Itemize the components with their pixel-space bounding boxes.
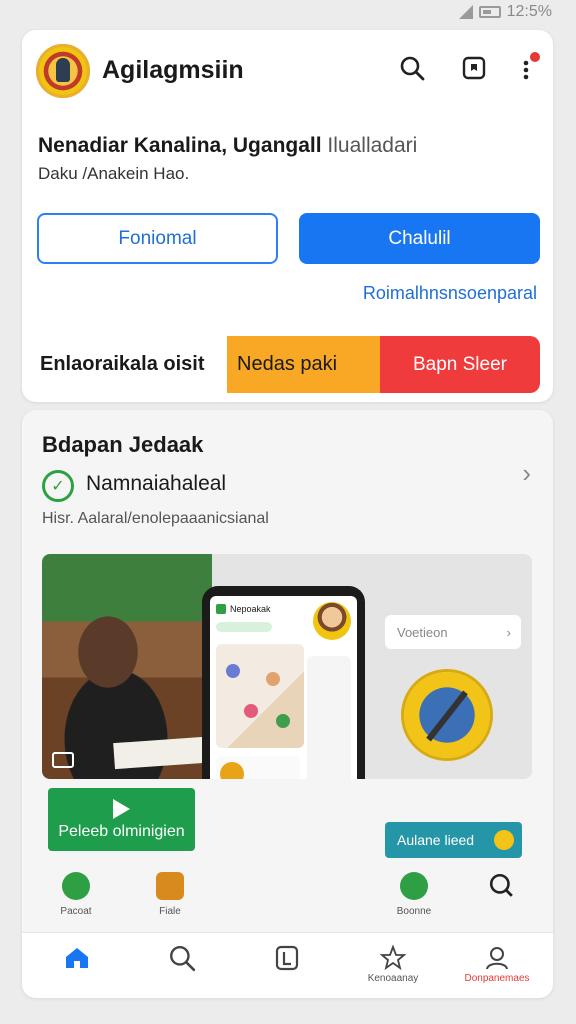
document-icon bbox=[275, 945, 299, 971]
bottom-nav: Kenoaanay Donpanemaes bbox=[22, 932, 553, 998]
star-icon bbox=[379, 944, 407, 971]
phone-chip bbox=[216, 622, 272, 632]
signal-icon bbox=[458, 5, 473, 19]
banner-yellow-button[interactable]: Nedas paki bbox=[227, 336, 380, 393]
shortcut-item[interactable]: Pacoat bbox=[46, 868, 106, 917]
shortcut-row: Pacoat Fiale Boonne bbox=[22, 868, 553, 932]
teal-action-button[interactable]: Aulane lieed bbox=[385, 822, 522, 858]
notification-dot bbox=[530, 52, 540, 62]
banner-red-button[interactable]: Bapn Sleer bbox=[380, 336, 540, 393]
nav-home[interactable] bbox=[42, 943, 112, 973]
emblem-image bbox=[404, 672, 490, 758]
filter-chip[interactable]: Voetieon › bbox=[385, 615, 521, 649]
play-button[interactable]: Peleeb olminigien bbox=[48, 788, 195, 851]
status-bar: 12:5% bbox=[0, 0, 576, 26]
bookmark-icon bbox=[462, 56, 486, 80]
primary-button[interactable]: Chalulil bbox=[299, 213, 540, 264]
phone-image bbox=[216, 644, 304, 748]
search-icon bbox=[489, 873, 516, 900]
bookmark-button[interactable] bbox=[458, 52, 490, 84]
poster-shape bbox=[113, 736, 205, 770]
shortcut-item[interactable]: Fiale bbox=[140, 868, 200, 917]
leaf-icon bbox=[400, 872, 428, 900]
secondary-button[interactable]: Foniomal bbox=[37, 213, 278, 264]
content-card: Bdapan Jedaak ✓ Namnaiahaleal › Hisr. Aa… bbox=[22, 410, 553, 998]
photo-people[interactable] bbox=[42, 554, 212, 779]
chevron-right-icon: › bbox=[506, 624, 511, 640]
leaf-icon bbox=[62, 872, 90, 900]
search-icon bbox=[170, 946, 196, 972]
shortcut-item[interactable]: Boonne bbox=[384, 868, 444, 917]
hero-link[interactable]: Roimalhnsnsoenparal bbox=[363, 283, 537, 304]
nav-document[interactable] bbox=[252, 943, 322, 973]
search-button[interactable] bbox=[396, 52, 428, 84]
play-icon bbox=[113, 798, 130, 819]
app-logo bbox=[36, 44, 90, 98]
mountain-icon bbox=[156, 872, 184, 900]
phone-side-list bbox=[307, 656, 351, 779]
app-icon bbox=[216, 604, 226, 614]
phone-mockup: Nepoakak bbox=[202, 586, 365, 779]
banner-label: Enlaoraikala oisit bbox=[40, 353, 205, 375]
app-title: Agilagmsiin bbox=[102, 56, 244, 84]
leaf-circle-icon: ✓ bbox=[42, 470, 74, 502]
more-vertical-icon bbox=[523, 60, 529, 80]
phone-screen: Nepoakak bbox=[210, 596, 357, 779]
hero-card: Agilagmsiin Nenadiar Kanalina, Ugangall … bbox=[22, 30, 553, 402]
gallery-icon bbox=[52, 752, 74, 768]
nav-profile[interactable]: Donpanemaes bbox=[462, 943, 532, 984]
phone-list-item bbox=[216, 756, 300, 779]
media-panel: Nepoakak Voetieon › bbox=[42, 554, 532, 779]
hero-subtitle: Daku /Anakein Hao. bbox=[38, 164, 190, 183]
shortcut-search[interactable] bbox=[472, 868, 532, 909]
section-row-description: Hisr. Aalaral/enolepaaanicsianal bbox=[42, 510, 269, 527]
person-icon bbox=[486, 947, 508, 970]
avatar bbox=[313, 602, 351, 640]
status-time: 12:5% bbox=[506, 3, 552, 20]
chevron-right-icon[interactable]: › bbox=[522, 458, 531, 489]
nav-favorites[interactable]: Kenoaanay bbox=[358, 943, 428, 984]
section-row-label[interactable]: Namnaiahaleal bbox=[86, 472, 226, 496]
hero-heading: Nenadiar Kanalina, Ugangall Ilualladari bbox=[38, 134, 418, 157]
search-icon bbox=[400, 56, 425, 81]
home-icon bbox=[66, 948, 88, 968]
section-title: Bdapan Jedaak bbox=[42, 432, 204, 457]
nav-search[interactable] bbox=[147, 943, 217, 973]
more-button[interactable] bbox=[510, 52, 542, 84]
badge-icon bbox=[494, 830, 514, 850]
battery-icon bbox=[478, 6, 501, 18]
